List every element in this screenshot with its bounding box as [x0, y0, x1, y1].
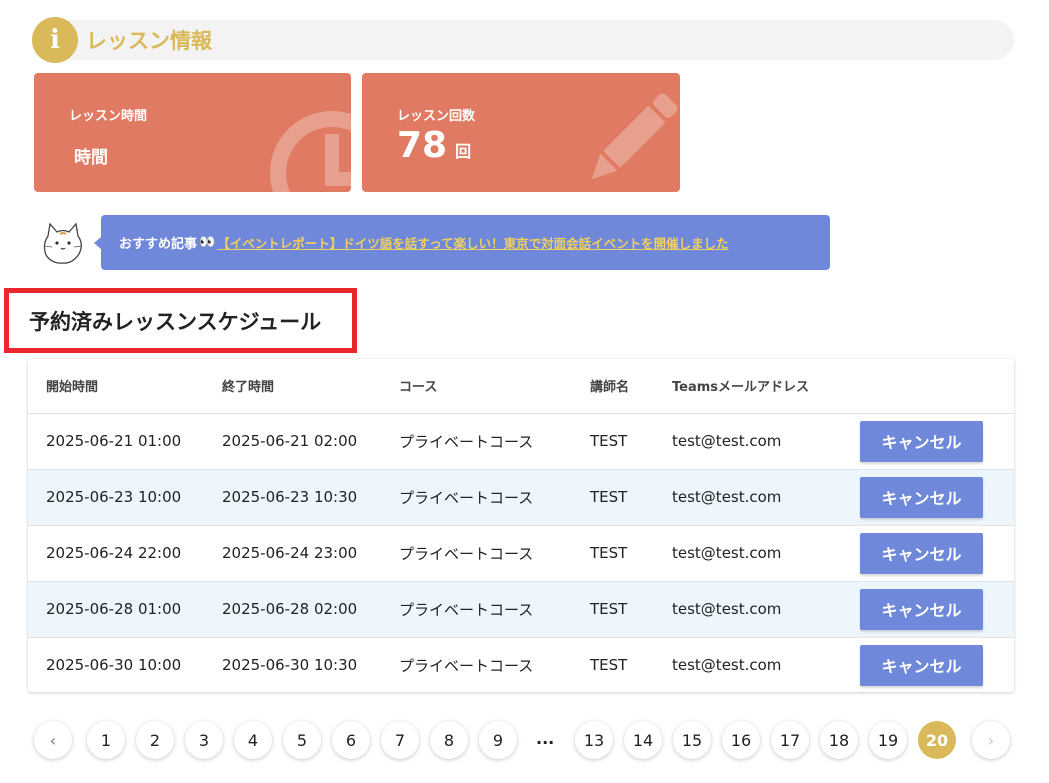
cell-start: 2025-06-28 01:00	[28, 581, 204, 638]
cancel-button[interactable]: キャンセル	[860, 588, 983, 630]
column-header-action	[842, 359, 1014, 414]
table-row: 2025-06-28 01:00 2025-06-28 02:00 プライベート…	[28, 581, 1014, 638]
page-button-8[interactable]: 8	[430, 721, 468, 759]
cancel-button[interactable]: キャンセル	[860, 532, 983, 574]
cell-teacher: TEST	[572, 581, 654, 638]
cell-start: 2025-06-24 22:00	[28, 525, 204, 582]
lesson-time-label: レッスン時間	[69, 109, 148, 124]
page-button-13[interactable]: 13	[575, 721, 613, 759]
cell-teacher: TEST	[572, 413, 654, 470]
cell-start: 2025-06-30 10:00	[46, 656, 182, 675]
column-header-end: 終了時間	[204, 359, 381, 414]
lesson-time-card: レッスン時間 時間	[34, 73, 351, 192]
table-row: 2025-06-24 22:00 2025-06-24 23:00 プライベート…	[28, 525, 1014, 582]
cell-course: プライベートコース	[381, 413, 572, 470]
cell-end: 2025-06-24 23:00	[204, 525, 381, 582]
clock-icon	[270, 111, 351, 192]
cell-action: キャンセル	[842, 637, 1014, 693]
page-button-6[interactable]: 6	[332, 721, 370, 759]
cell-email: test@test.com	[654, 469, 842, 526]
lesson-info-title: レッスン情報	[86, 29, 212, 53]
lesson-count-number: 78	[397, 125, 448, 166]
cancel-button[interactable]: キャンセル	[860, 420, 983, 462]
cell-teacher: TEST	[572, 525, 654, 582]
page-button-5[interactable]: 5	[283, 721, 321, 759]
recommended-label: おすすめ記事	[119, 237, 198, 252]
chevron-right-icon[interactable]: ›	[972, 721, 1010, 759]
pencil-icon	[591, 93, 678, 180]
table-header-row: 開始時間 終了時間 コース 講師名 Teamsメールアドレス	[28, 359, 1014, 414]
info-icon: i	[32, 17, 78, 63]
schedule-title: 予約済みレッスンスケジュール	[29, 309, 322, 334]
cell-action: キャンセル	[842, 469, 1014, 526]
lesson-count-label: レッスン回数	[397, 109, 476, 124]
page-button-9[interactable]: 9	[479, 721, 517, 759]
cancel-button[interactable]: キャンセル	[860, 476, 983, 518]
page-button-15[interactable]: 15	[673, 721, 711, 759]
table-row: 2025-06-21 01:00 2025-06-21 02:00 プライベート…	[28, 413, 1014, 470]
page-button-18[interactable]: 18	[820, 721, 858, 759]
column-header-course: コース	[381, 359, 572, 414]
schedule-table: 開始時間 終了時間 コース 講師名 Teamsメールアドレス 2025-06-2…	[28, 359, 1014, 692]
lesson-count-unit: 回	[455, 142, 472, 161]
lesson-time-value: 時間	[74, 148, 108, 168]
pagination: ‹ 1 2 3 4 5 6 7 8 9 ... 13 14 15 16 17 1…	[34, 721, 1014, 759]
page-button-19[interactable]: 19	[869, 721, 907, 759]
cell-action: キャンセル	[842, 581, 1014, 638]
table-row: 2025-06-30 10:00 2025-06-30 10:30 プライベート…	[28, 637, 1014, 693]
cell-end: 2025-06-23 10:30	[204, 469, 381, 526]
pagination-ellipsis: ...	[536, 729, 555, 748]
cell-end: 2025-06-21 02:00	[204, 413, 381, 470]
recommended-article-banner: おすすめ記事 👀 【イベントレポート】ドイツ語を話すって楽しい！東京で対面会話イ…	[94, 215, 830, 270]
recommended-article-link[interactable]: 【イベントレポート】ドイツ語を話すって楽しい！東京で対面会話イベントを開催しまし…	[217, 233, 728, 252]
page-button-1[interactable]: 1	[87, 721, 125, 759]
cell-course: プライベートコース	[381, 581, 572, 638]
schedule-title-box: 予約済みレッスンスケジュール	[4, 288, 357, 353]
cell-email: test@test.com	[654, 525, 842, 582]
lesson-count-card: レッスン回数 78 回	[362, 73, 680, 192]
cell-start: 2025-06-21 01:00	[28, 413, 204, 470]
cell-end: 2025-06-30 10:30	[222, 656, 358, 675]
table-row: 2025-06-23 10:00 2025-06-23 10:30 プライベート…	[28, 469, 1014, 526]
cell-teacher: TEST	[572, 469, 654, 526]
column-header-email: Teamsメールアドレス	[654, 359, 842, 414]
cell-action: キャンセル	[842, 413, 1014, 470]
cancel-button[interactable]: キャンセル	[860, 644, 983, 686]
eyes-emoji-icon: 👀	[199, 235, 216, 250]
page-button-7[interactable]: 7	[381, 721, 419, 759]
page-button-16[interactable]: 16	[722, 721, 760, 759]
cell-email: test@test.com	[654, 581, 842, 638]
cat-avatar-icon	[43, 222, 83, 264]
page-button-17[interactable]: 17	[771, 721, 809, 759]
cell-course: プライベートコース	[399, 656, 534, 675]
column-header-start: 開始時間	[28, 359, 204, 414]
page-button-14[interactable]: 14	[624, 721, 662, 759]
cell-course: プライベートコース	[381, 525, 572, 582]
cell-start: 2025-06-23 10:00	[28, 469, 204, 526]
lesson-count-value: 78 回	[397, 125, 471, 166]
lesson-info-header: i レッスン情報	[32, 17, 1014, 63]
cell-email: test@test.com	[672, 656, 782, 675]
cell-action: キャンセル	[842, 525, 1014, 582]
cell-email: test@test.com	[654, 413, 842, 470]
page-button-20-current[interactable]: 20	[918, 721, 956, 759]
cell-end: 2025-06-28 02:00	[204, 581, 381, 638]
cell-teacher: TEST	[590, 656, 628, 675]
column-header-teacher: 講師名	[572, 359, 654, 414]
page-button-3[interactable]: 3	[185, 721, 223, 759]
page-button-4[interactable]: 4	[234, 721, 272, 759]
page-button-2[interactable]: 2	[136, 721, 174, 759]
chevron-left-icon[interactable]: ‹	[34, 721, 72, 759]
cell-course: プライベートコース	[381, 469, 572, 526]
